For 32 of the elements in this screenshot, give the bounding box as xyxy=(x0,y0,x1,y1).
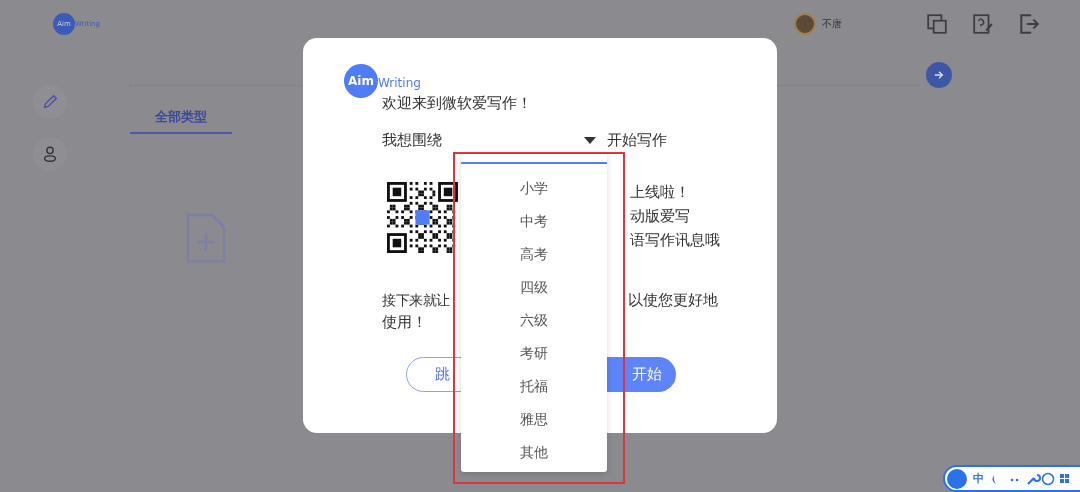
dropdown-option[interactable]: 高考 xyxy=(461,238,607,271)
pencil-button[interactable] xyxy=(33,85,67,119)
caret-icon xyxy=(584,136,596,144)
ime-tools-icon[interactable] xyxy=(990,471,1070,486)
dropdown-option[interactable]: 中考 xyxy=(461,205,607,238)
prompt-label: 我想围绕 xyxy=(382,131,442,150)
ime-mode[interactable]: 中 xyxy=(973,471,984,486)
go-button[interactable] xyxy=(926,62,952,88)
dropdown-option[interactable]: 小学 xyxy=(461,172,607,205)
info-text: 动版爱写 xyxy=(630,206,691,227)
intro-text: 接下来就让 xyxy=(382,291,450,310)
image-icon[interactable] xyxy=(926,13,948,35)
pencil-icon xyxy=(41,93,59,111)
document-plus-icon xyxy=(186,213,226,263)
dropdown-option[interactable]: 雅思 xyxy=(461,403,607,436)
logout-icon[interactable] xyxy=(1018,13,1040,35)
user-name: 不唐 xyxy=(822,17,842,31)
dropdown-option[interactable]: 其他 xyxy=(461,436,607,469)
qr-code xyxy=(387,182,458,253)
user-icon xyxy=(41,145,59,163)
intro-text: 使用！ xyxy=(382,313,427,331)
dropdown-option[interactable]: 四级 xyxy=(461,271,607,304)
info-text: 语写作讯息哦 xyxy=(630,230,720,251)
ime-logo-icon[interactable] xyxy=(947,468,967,489)
prompt-suffix: 开始写作 xyxy=(607,131,667,150)
avatar-icon[interactable] xyxy=(794,13,816,35)
intro-text: 以使您更好地 xyxy=(628,290,718,311)
arrow-right-icon xyxy=(934,70,944,80)
info-text: 上线啦！ xyxy=(630,182,691,203)
edit-help-icon[interactable] xyxy=(972,13,994,35)
dropdown-option[interactable]: 六级 xyxy=(461,304,607,337)
user-button[interactable] xyxy=(33,137,67,171)
